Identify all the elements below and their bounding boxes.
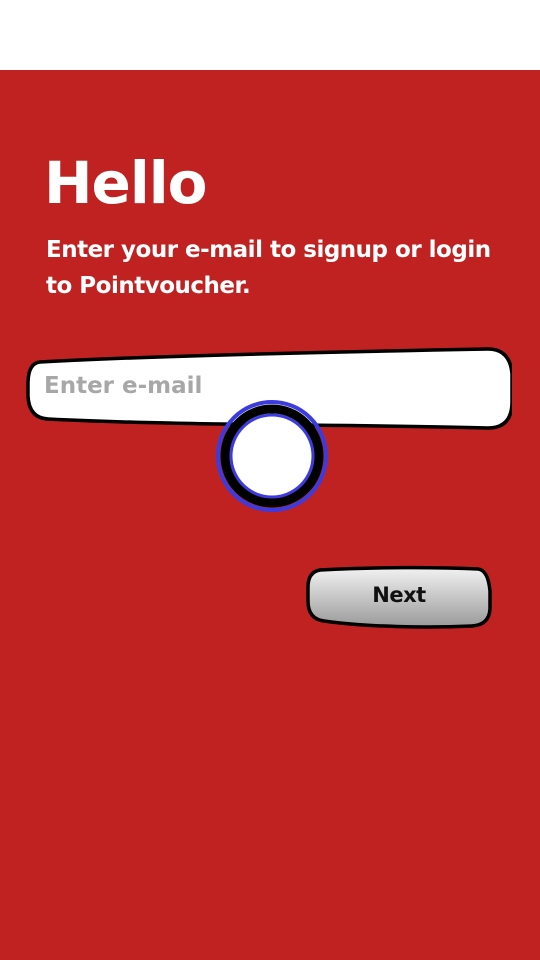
email-field-container[interactable] [26,344,512,430]
next-button-label: Next [372,583,426,607]
next-button[interactable]: Next [306,565,492,629]
status-bar-area [0,0,540,70]
email-input[interactable] [44,366,484,406]
page-title: Hello [44,149,207,217]
page-subtitle: Enter your e-mail to signup or login to … [46,237,491,299]
